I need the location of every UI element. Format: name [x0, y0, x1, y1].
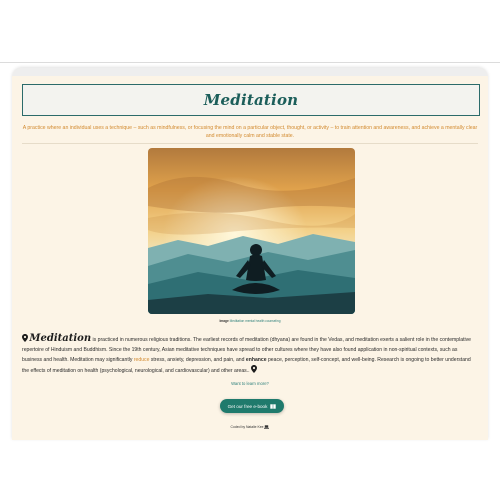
caption-link[interactable]: Meditation mental health counseling [230, 319, 281, 323]
learn-more-text: Want to learn more? [231, 381, 269, 386]
page-title: Meditation [203, 91, 299, 109]
meditation-illustration [148, 148, 355, 314]
reduce-word: reduce [133, 357, 150, 363]
footer-credit: Coded by Natalie Kee [22, 425, 478, 429]
book-icon [270, 403, 277, 409]
credit-text: Coded by Natalie Kee [230, 425, 264, 429]
image-caption: Image Meditation mental health counselin… [22, 319, 478, 323]
section-divider [22, 143, 478, 144]
card-header-strip [12, 68, 488, 76]
free-ebook-button[interactable]: Get our free e-book [220, 399, 284, 413]
article-part-2: stress, anxiety, depression, and pain, a… [149, 357, 246, 363]
enhance-word: enhance [245, 357, 267, 363]
free-ebook-button-label: Get our free e-book [227, 403, 268, 409]
article-paragraph: Meditation is practiced in numerous reli… [22, 334, 478, 376]
title-box: Meditation [22, 84, 480, 116]
lead-word: Meditation [29, 333, 92, 344]
map-pin-icon [22, 334, 28, 342]
map-pin-icon [250, 365, 257, 373]
hero-image [148, 148, 355, 314]
page-subtitle: A practice where an individual uses a te… [22, 125, 478, 139]
browser-divider [0, 62, 500, 63]
content-card: Meditation A practice where an individua… [12, 68, 488, 440]
caption-prefix: Image [219, 319, 229, 323]
laptop-icon [264, 425, 270, 429]
